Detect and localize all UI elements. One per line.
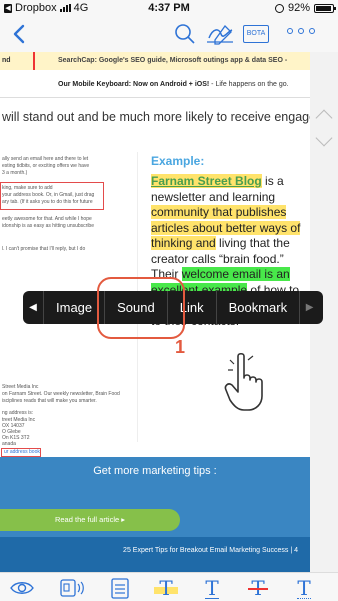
red-marker bbox=[33, 52, 35, 70]
news-row: nd SearchCap: Google's SEO guide, Micros… bbox=[0, 52, 310, 70]
cta-title: Get more marketing tips : bbox=[93, 465, 217, 477]
menu-item-image[interactable]: Image bbox=[43, 291, 104, 324]
pointing-hand-icon bbox=[224, 352, 263, 411]
status-bar: ◀ Dropbox 4G 4:37 PM 92% bbox=[0, 0, 338, 16]
alarm-icon bbox=[274, 3, 284, 13]
read-article-button[interactable]: Read the full article ▸ bbox=[0, 509, 180, 531]
view-mode-icon[interactable] bbox=[8, 576, 36, 600]
squiggly-text-icon[interactable]: T bbox=[290, 576, 318, 600]
top-toolbar: BOTA bbox=[0, 16, 338, 52]
menu-next-icon[interactable]: ▶ bbox=[299, 291, 319, 324]
highlight-text-icon[interactable]: T bbox=[152, 576, 180, 600]
example-link[interactable]: Farnam Street Blog bbox=[151, 174, 262, 188]
annotation-circle bbox=[97, 277, 185, 339]
bota-button[interactable]: BOTA bbox=[243, 25, 269, 43]
news-row: Our Mobile Keyboard: Now on Android + iO… bbox=[58, 81, 289, 88]
battery-percent: 92% bbox=[287, 2, 310, 14]
back-chevron-icon[interactable] bbox=[6, 20, 34, 48]
bottom-toolbar: T T T T bbox=[0, 572, 338, 601]
strikethrough-text-icon[interactable]: T bbox=[244, 576, 272, 600]
sign-icon[interactable] bbox=[205, 22, 235, 46]
footer-text: 25 Expert Tips for Breakout Email Market… bbox=[123, 547, 298, 554]
menu-item-bookmark[interactable]: Bookmark bbox=[215, 291, 300, 324]
battery-icon bbox=[314, 3, 336, 13]
underline-text-icon[interactable]: T bbox=[198, 576, 226, 600]
search-icon[interactable] bbox=[172, 22, 198, 46]
annotation-number: 1 bbox=[175, 337, 186, 357]
menu-prev-icon[interactable]: ◀ bbox=[23, 302, 43, 313]
example-heading: Example: bbox=[151, 154, 205, 168]
more-options-icon[interactable] bbox=[287, 28, 315, 34]
note-icon[interactable] bbox=[106, 576, 134, 600]
body-text-line: will stand out and be much more likely t… bbox=[2, 110, 310, 124]
read-aloud-icon[interactable] bbox=[58, 576, 86, 600]
cta-banner: Get more marketing tips : Read the full … bbox=[0, 457, 310, 537]
divider bbox=[0, 97, 310, 98]
page-footer: 25 Expert Tips for Breakout Email Market… bbox=[0, 537, 310, 572]
